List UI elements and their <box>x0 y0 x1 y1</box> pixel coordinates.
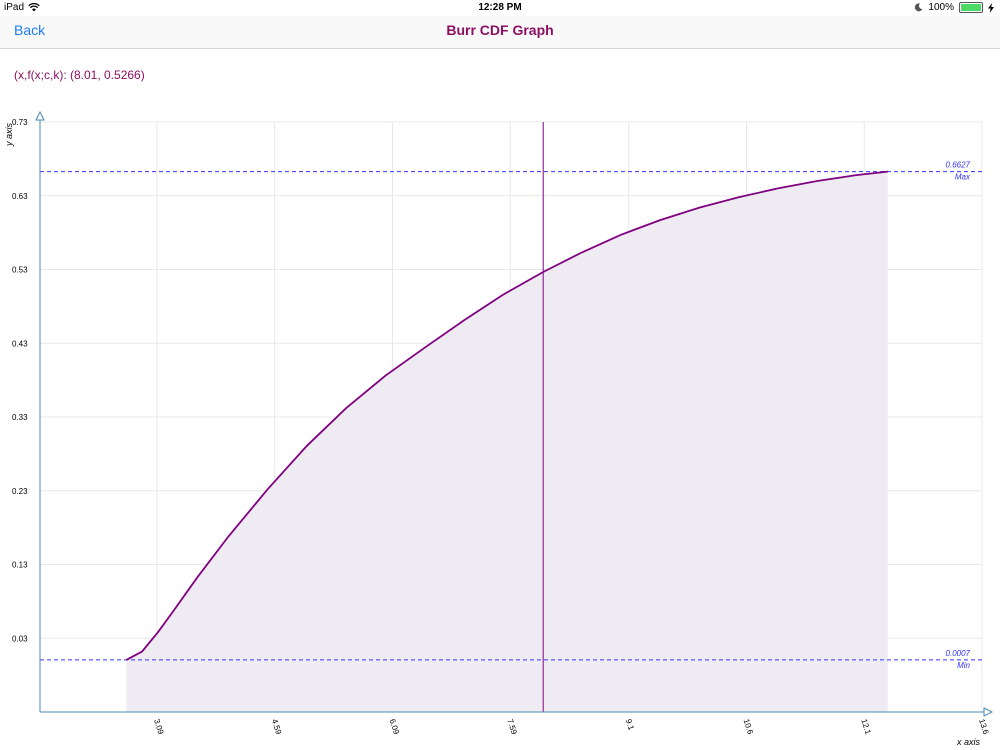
min-value-label: 0.0007 <box>946 649 971 658</box>
y-axis-arrow <box>35 110 45 121</box>
y-axis-label: y axis <box>4 122 14 147</box>
x-tick-label: 7.59 <box>505 718 519 736</box>
x-tick-label: 9.1 <box>624 718 636 732</box>
x-tick-label: 4.59 <box>270 718 284 736</box>
y-tick-label: 0.33 <box>12 413 28 422</box>
burr-cdf-chart[interactable]: 0.73 0.63 0.53 0.43 0.33 0.23 0.13 0.03 3.09 4.59… <box>0 0 1000 750</box>
y-tick-label: 0.13 <box>12 561 28 570</box>
x-tick-label: 13.6 <box>977 718 991 736</box>
y-tick-label: 0.73 <box>12 118 28 127</box>
y-tick-label: 0.03 <box>12 634 28 643</box>
x-axis-arrow <box>983 707 994 717</box>
x-tick-label: 6.09 <box>388 718 402 736</box>
y-tick-label: 0.23 <box>12 487 28 496</box>
max-value-label: 0.6627 <box>946 161 971 170</box>
y-tick-label: 0.43 <box>12 339 28 348</box>
y-tick-label: 0.63 <box>12 192 28 201</box>
x-tick-label: 3.09 <box>152 718 166 736</box>
area-fill <box>126 171 888 713</box>
x-tick-label: 10.6 <box>742 718 756 736</box>
x-axis-label: x axis <box>956 737 981 747</box>
y-tick-label: 0.53 <box>12 266 28 275</box>
min-label: Min <box>957 661 970 670</box>
max-label: Max <box>955 173 971 182</box>
x-tick-label: 12.1 <box>859 718 873 736</box>
